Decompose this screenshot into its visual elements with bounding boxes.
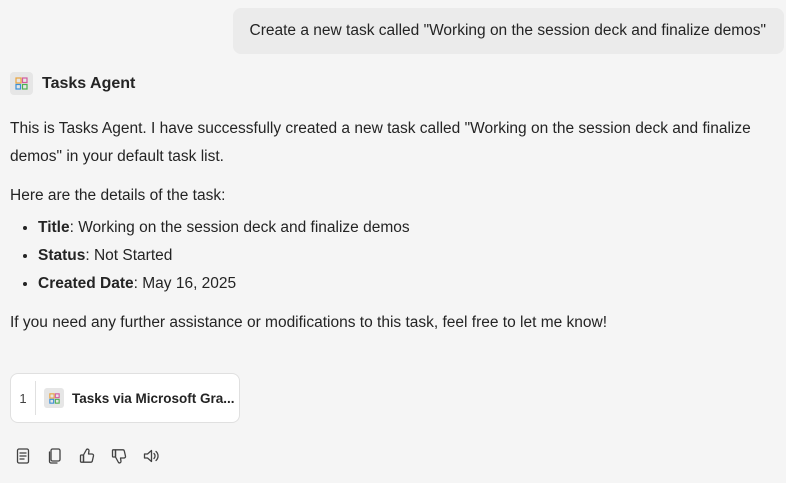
response-intro: This is Tasks Agent. I have successfully… — [10, 120, 751, 165]
detail-value: : Working on the session deck and finali… — [69, 219, 410, 236]
list-item: Title: Working on the session deck and f… — [38, 214, 770, 242]
thumbs-down-icon[interactable] — [108, 445, 130, 467]
list-item: Status: Not Started — [38, 242, 770, 270]
user-message-text: Create a new task called "Working on the… — [249, 22, 766, 39]
message-actions-toolbar — [12, 445, 162, 467]
user-message-bubble: Create a new task called "Working on the… — [232, 8, 784, 54]
tasks-app-icon — [44, 388, 64, 408]
citation-divider — [35, 381, 36, 415]
citation-number: 1 — [19, 390, 27, 406]
response-details-heading: Here are the details of the task: — [10, 187, 226, 204]
list-item: Created Date: May 16, 2025 — [38, 270, 770, 298]
notes-icon[interactable] — [12, 445, 34, 467]
copy-icon[interactable] — [44, 445, 66, 467]
detail-label: Created Date — [38, 275, 134, 292]
citation-card[interactable]: 1 Tasks via Microsoft Gra... — [10, 373, 240, 423]
speaker-icon[interactable] — [140, 445, 162, 467]
agent-name: Tasks Agent — [42, 74, 136, 92]
agent-response: This is Tasks Agent. I have successfully… — [10, 115, 770, 337]
detail-label: Status — [38, 247, 86, 264]
detail-value: : Not Started — [85, 247, 173, 264]
response-closing: If you need any further assistance or mo… — [10, 314, 608, 331]
detail-label: Title — [38, 219, 70, 236]
thumbs-up-icon[interactable] — [76, 445, 98, 467]
tasks-app-icon — [10, 72, 33, 95]
citation-label: Tasks via Microsoft Gra... — [72, 390, 235, 406]
task-details-list: Title: Working on the session deck and f… — [10, 214, 770, 298]
detail-value: : May 16, 2025 — [133, 275, 237, 292]
chat-pane: Create a new task called "Working on the… — [0, 0, 786, 483]
agent-header: Tasks Agent — [10, 72, 135, 95]
